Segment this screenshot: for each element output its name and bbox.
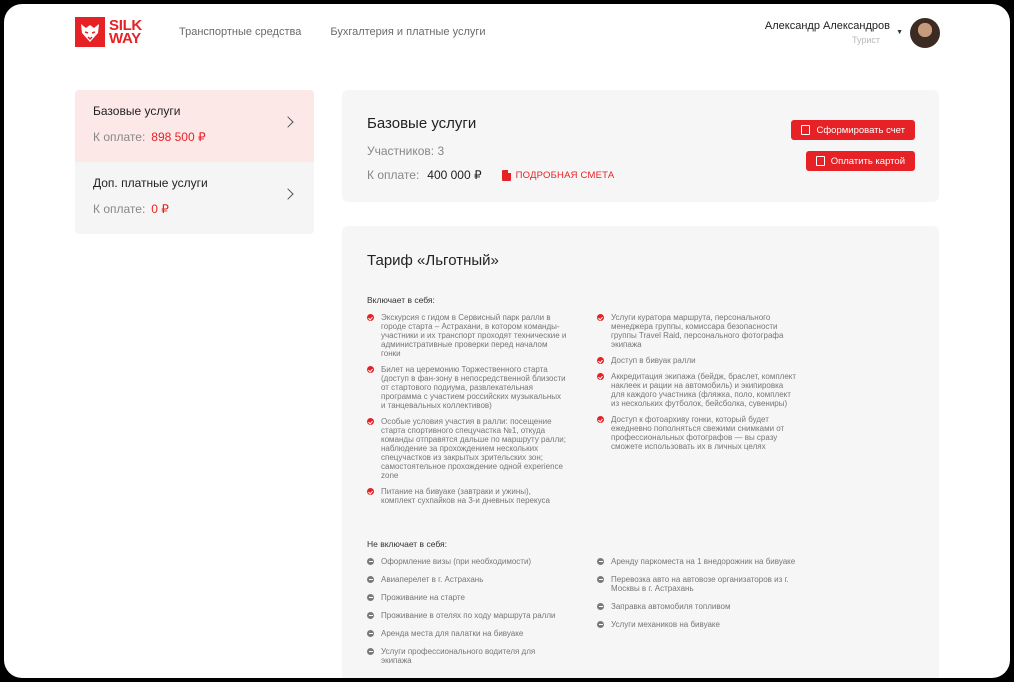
tiger-logo-icon bbox=[75, 17, 105, 47]
card-icon bbox=[815, 156, 825, 166]
check-icon bbox=[597, 416, 604, 423]
sidebar-item-amount: К оплате: 898 500 ₽ bbox=[93, 130, 206, 144]
excludes-right-list: Аренду паркоместа на 1 внедорожник на би… bbox=[597, 557, 797, 638]
minus-icon bbox=[597, 576, 604, 583]
list-item: Услуги куратора маршрута, персонального … bbox=[597, 313, 797, 349]
includes-label: Включает в себя: bbox=[367, 295, 435, 305]
user-name: Александр Александров bbox=[764, 20, 890, 32]
list-item: Аккредитация экипажа (бейдж, браслет, ко… bbox=[597, 372, 797, 408]
list-item: Билет на церемонию Торжественного старта… bbox=[367, 365, 567, 410]
minus-icon bbox=[597, 603, 604, 610]
list-item: Перевозка авто на автовозе организаторов… bbox=[597, 575, 797, 593]
pay-by-card-button[interactable]: Оплатить картой bbox=[805, 151, 915, 171]
list-item: Доступ в бивуак ралли bbox=[597, 356, 797, 365]
services-sidebar: Базовые услуги К оплате: 898 500 ₽ Доп. п… bbox=[75, 90, 314, 234]
check-icon bbox=[367, 418, 374, 425]
minus-icon bbox=[597, 621, 604, 628]
silkway-logo[interactable]: SILK WAY bbox=[75, 17, 142, 47]
nav-vehicles[interactable]: Транспортные средства bbox=[179, 26, 301, 38]
list-item: Услуги механиков на бивуаке bbox=[597, 620, 797, 629]
list-item: Услуги профессионального водителя для эк… bbox=[367, 647, 567, 665]
list-item: Аренду паркоместа на 1 внедорожник на би… bbox=[597, 557, 797, 566]
tariff-card: Тариф «Льготный» Включает в себя: Экскур… bbox=[342, 226, 939, 678]
minus-icon bbox=[367, 612, 374, 619]
includes-left-list: Экскурсия с гидом в Сервисный парк ралли… bbox=[367, 313, 567, 512]
chevron-right-icon bbox=[282, 188, 294, 200]
excludes-left-list: Оформление визы (при необходимости) Авиа… bbox=[367, 557, 567, 674]
minus-icon bbox=[367, 576, 374, 583]
document-icon bbox=[801, 125, 811, 135]
minus-icon bbox=[367, 630, 374, 637]
tariff-title: Тариф «Льготный» bbox=[367, 252, 499, 269]
check-icon bbox=[367, 314, 374, 321]
participants-count: Участников: 3 bbox=[367, 144, 445, 158]
list-item: Авиаперелет в г. Астрахань bbox=[367, 575, 567, 584]
list-item: Аренда места для палатки на бивуаке bbox=[367, 629, 567, 638]
sidebar-item-title: Доп. платные услуги bbox=[93, 176, 208, 190]
avatar[interactable] bbox=[910, 18, 940, 48]
list-item: Доступ к фотоархиву гонки, который будет… bbox=[597, 415, 797, 451]
minus-icon bbox=[367, 594, 374, 601]
summary-card: Базовые услуги Участников: 3 К оплате: 4… bbox=[342, 90, 939, 202]
list-item: Особые условия участия в ралли: посещени… bbox=[367, 417, 567, 480]
minus-icon bbox=[367, 558, 374, 565]
user-menu[interactable]: Александр Александров Турист bbox=[765, 20, 890, 45]
sidebar-item-extra-services[interactable]: Доп. платные услуги К оплате: 0 ₽ bbox=[75, 162, 314, 234]
user-role: Турист bbox=[851, 35, 880, 45]
excludes-label: Не включает в себя: bbox=[367, 539, 447, 549]
check-icon bbox=[597, 373, 604, 380]
sidebar-item-title: Базовые услуги bbox=[93, 104, 181, 118]
sidebar-item-amount: К оплате: 0 ₽ bbox=[93, 202, 169, 216]
check-icon bbox=[367, 488, 374, 495]
pdf-icon bbox=[501, 169, 511, 181]
app-frame: SILK WAY Транспортные средства Бухгалтер… bbox=[4, 4, 1010, 678]
estimate-link[interactable]: ПОДРОБНАЯ СМЕТА bbox=[501, 169, 615, 181]
list-item: Заправка автомобиля топливом bbox=[597, 602, 797, 611]
check-icon bbox=[597, 357, 604, 364]
list-item: Питание на бивуаке (завтраки и ужины), к… bbox=[367, 487, 567, 505]
summary-title: Базовые услуги bbox=[367, 115, 477, 132]
list-item: Проживание в отелях по ходу маршрута рал… bbox=[367, 611, 567, 620]
sidebar-item-base-services[interactable]: Базовые услуги К оплате: 898 500 ₽ bbox=[75, 90, 314, 162]
summary-amount: К оплате: 400 000 ₽ ПОДРОБНАЯ СМЕТА bbox=[367, 168, 615, 182]
minus-icon bbox=[597, 558, 604, 565]
nav-accounting[interactable]: Бухгалтерия и платные услуги bbox=[330, 26, 485, 38]
minus-icon bbox=[367, 648, 374, 655]
check-icon bbox=[367, 366, 374, 373]
list-item: Экскурсия с гидом в Сервисный парк ралли… bbox=[367, 313, 567, 358]
generate-invoice-button[interactable]: Сформировать счет bbox=[791, 120, 915, 140]
logo-wordmark: SILK WAY bbox=[109, 17, 142, 47]
list-item: Проживание на старте bbox=[367, 593, 567, 602]
includes-right-list: Услуги куратора маршрута, персонального … bbox=[597, 313, 797, 458]
list-item: Оформление визы (при необходимости) bbox=[367, 557, 567, 566]
top-nav: Транспортные средства Бухгалтерия и плат… bbox=[179, 26, 486, 38]
check-icon bbox=[597, 314, 604, 321]
caret-down-icon[interactable]: ▼ bbox=[896, 29, 903, 36]
chevron-right-icon bbox=[282, 116, 294, 128]
